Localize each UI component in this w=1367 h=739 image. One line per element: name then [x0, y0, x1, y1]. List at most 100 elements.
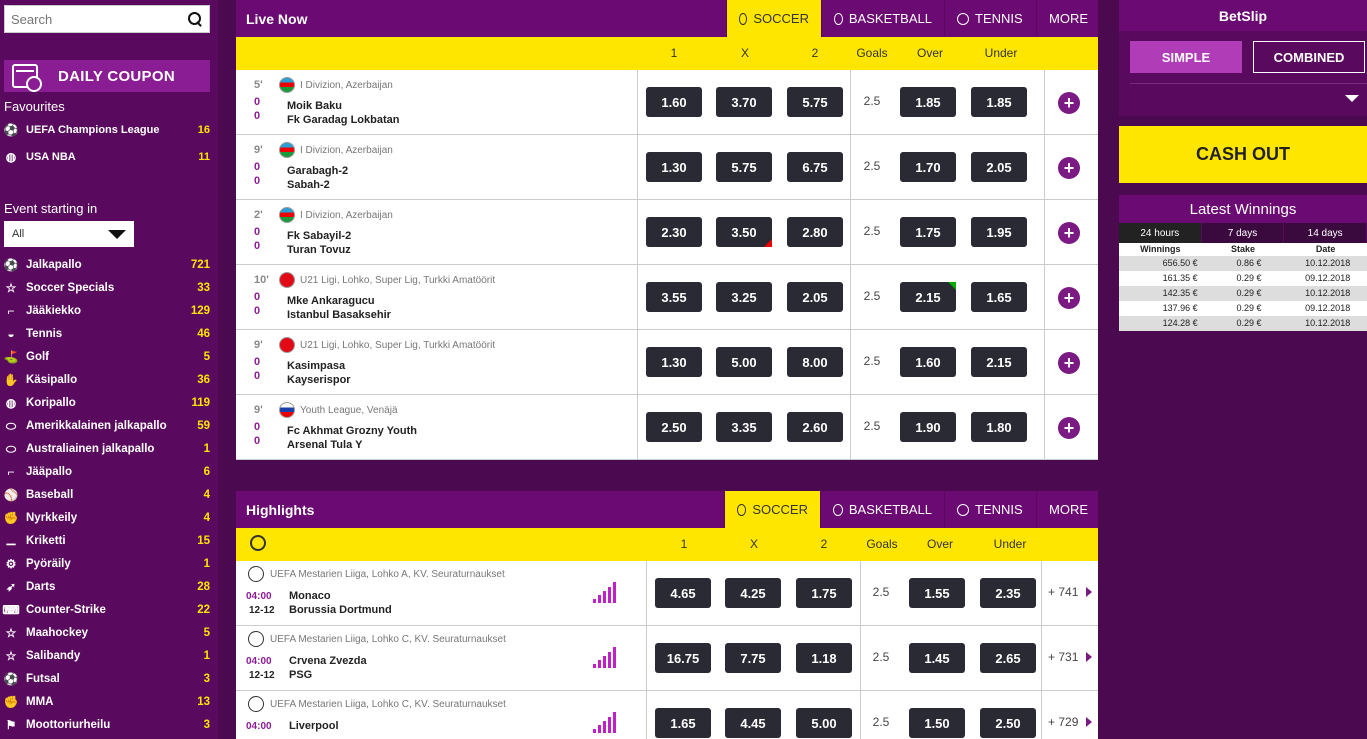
- sport-item[interactable]: ⛳ Golf 5: [4, 347, 210, 367]
- odds-button-o2[interactable]: 2.60: [787, 412, 843, 442]
- sport-item[interactable]: ⌨ Counter-Strike 22: [2, 600, 210, 620]
- odds-button-ox[interactable]: 5.00: [716, 347, 772, 377]
- add-market-button[interactable]: +: [1058, 157, 1080, 179]
- cash-out-button[interactable]: CASH OUT: [1119, 126, 1367, 183]
- odds-button-under[interactable]: 1.85: [971, 87, 1027, 117]
- sport-item[interactable]: ✊ MMA 13: [4, 692, 210, 712]
- odds-button-under[interactable]: 2.35: [980, 578, 1036, 608]
- daily-coupon-button[interactable]: DAILY COUPON: [4, 60, 210, 92]
- tab-more[interactable]: MORE: [1036, 491, 1098, 528]
- search-icon[interactable]: [187, 11, 203, 27]
- odds-button-o1[interactable]: 1.60: [646, 87, 702, 117]
- add-market-button[interactable]: +: [1058, 222, 1080, 244]
- sport-item[interactable]: ⚙ Pyöräily 1: [4, 554, 210, 574]
- odds-button-o1[interactable]: 1.65: [655, 708, 711, 738]
- odds-button-o2[interactable]: 5.75: [787, 87, 843, 117]
- odds-button-o2[interactable]: 2.05: [787, 282, 843, 312]
- sport-item[interactable]: ◒ Tennis 46: [4, 324, 210, 344]
- odds-button-o1[interactable]: 1.30: [646, 152, 702, 182]
- sport-item[interactable]: ☆ Maahockey 5: [4, 623, 210, 643]
- odds-button-ox[interactable]: 3.50: [716, 217, 772, 247]
- tab-7-days[interactable]: 7 days: [1201, 223, 1285, 243]
- odds-button-over[interactable]: 1.85: [900, 87, 956, 117]
- search-input[interactable]: [11, 11, 187, 27]
- odds-button-under[interactable]: 1.65: [971, 282, 1027, 312]
- sport-item[interactable]: ☆ Salibandy 1: [4, 646, 210, 666]
- tab-tennis[interactable]: TENNIS: [944, 0, 1036, 37]
- odds-button-o1[interactable]: 3.55: [646, 282, 702, 312]
- sport-item[interactable]: ☆ Soccer Specials 33: [4, 278, 210, 298]
- odds-button-o2[interactable]: 2.80: [787, 217, 843, 247]
- odds-button-over[interactable]: 1.50: [909, 708, 965, 738]
- more-markets-link[interactable]: + 741: [1048, 585, 1093, 599]
- odds-button-ox[interactable]: 3.25: [716, 282, 772, 312]
- odds-button-over[interactable]: 1.90: [900, 412, 956, 442]
- tab-soccer[interactable]: SOCCER: [726, 0, 821, 37]
- odds-button-o2[interactable]: 5.00: [796, 708, 852, 738]
- odds-button-under[interactable]: 2.05: [971, 152, 1027, 182]
- add-market-button[interactable]: +: [1058, 352, 1080, 374]
- more-markets-link[interactable]: + 729: [1048, 715, 1093, 729]
- odds-button-o1[interactable]: 16.75: [655, 643, 711, 673]
- odds-button-over[interactable]: 1.45: [909, 643, 965, 673]
- sport-item[interactable]: ⚽ Jalkapallo 721: [4, 255, 210, 275]
- sport-item[interactable]: ➶ Darts 28: [4, 577, 210, 597]
- odds-button-under[interactable]: 2.15: [971, 347, 1027, 377]
- tab-basketball[interactable]: BASKETBALL: [821, 0, 944, 37]
- clock-icon[interactable]: [250, 535, 266, 551]
- odds-button-o2[interactable]: 8.00: [787, 347, 843, 377]
- odds-button-o2[interactable]: 1.18: [796, 643, 852, 673]
- sport-item[interactable]: ⬭ Amerikkalainen jalkapallo 59: [4, 416, 210, 436]
- sport-item[interactable]: ⚾ Baseball 4: [4, 485, 210, 505]
- stats-icon[interactable]: [593, 581, 619, 603]
- more-markets-link[interactable]: + 731: [1048, 650, 1093, 664]
- combined-tab[interactable]: COMBINED: [1253, 41, 1365, 73]
- event-starting-select[interactable]: All: [4, 221, 134, 247]
- tab-more[interactable]: MORE: [1036, 0, 1098, 37]
- odds-button-ox[interactable]: 3.70: [716, 87, 772, 117]
- betslip-dropdown[interactable]: [1130, 83, 1367, 102]
- sport-item[interactable]: ⌐ Jääkiekko 129: [4, 301, 210, 321]
- odds-button-ox[interactable]: 4.45: [725, 708, 781, 738]
- favourite-item[interactable]: ⚽ UEFA Champions League 16: [4, 123, 210, 137]
- odds-button-o2[interactable]: 1.75: [796, 578, 852, 608]
- sport-item[interactable]: ✋ Käsipallo 36: [4, 370, 210, 390]
- tab-basketball[interactable]: BASKETBALL: [820, 491, 944, 528]
- odds-button-o1[interactable]: 1.30: [646, 347, 702, 377]
- odds-button-over[interactable]: 1.60: [900, 347, 956, 377]
- odds-button-over[interactable]: 1.70: [900, 152, 956, 182]
- favourite-item[interactable]: ◍ USA NBA 11: [4, 150, 210, 164]
- odds-button-over[interactable]: 1.75: [900, 217, 956, 247]
- sport-item[interactable]: ⚑ Moottoriurheilu 3: [4, 715, 210, 735]
- sport-item[interactable]: ⬭ Australiainen jalkapallo 1: [4, 439, 210, 459]
- sport-item[interactable]: ⌐ Jääpallo 6: [4, 462, 210, 482]
- odds-button-under[interactable]: 2.65: [980, 643, 1036, 673]
- add-market-button[interactable]: +: [1058, 287, 1080, 309]
- stats-icon[interactable]: [593, 646, 619, 668]
- odds-button-over[interactable]: 2.15: [900, 282, 956, 312]
- add-market-button[interactable]: +: [1058, 92, 1080, 114]
- odds-button-o1[interactable]: 2.50: [646, 412, 702, 442]
- simple-tab[interactable]: SIMPLE: [1130, 41, 1242, 73]
- odds-button-ox[interactable]: 5.75: [716, 152, 772, 182]
- odds-button-o1[interactable]: 2.30: [646, 217, 702, 247]
- odds-button-under[interactable]: 1.80: [971, 412, 1027, 442]
- sport-item[interactable]: ✊ Nyrkkeily 4: [4, 508, 210, 528]
- sport-item[interactable]: ⚊ Kriketti 15: [4, 531, 210, 551]
- odds-button-ox[interactable]: 7.75: [725, 643, 781, 673]
- tab-soccer[interactable]: SOCCER: [724, 491, 820, 528]
- stats-icon[interactable]: [593, 711, 619, 733]
- sport-item[interactable]: ◍ Koripallo 119: [4, 393, 210, 413]
- odds-button-o1[interactable]: 4.65: [655, 578, 711, 608]
- add-market-button[interactable]: +: [1058, 417, 1080, 439]
- tab-tennis[interactable]: TENNIS: [944, 491, 1036, 528]
- sport-item[interactable]: ⚽ Futsal 3: [4, 669, 210, 689]
- odds-button-o2[interactable]: 6.75: [787, 152, 843, 182]
- odds-button-ox[interactable]: 4.25: [725, 578, 781, 608]
- odds-button-ox[interactable]: 3.35: [716, 412, 772, 442]
- odds-button-over[interactable]: 1.55: [909, 578, 965, 608]
- tab-14-days[interactable]: 14 days: [1284, 223, 1367, 243]
- odds-button-under[interactable]: 1.95: [971, 217, 1027, 247]
- odds-button-under[interactable]: 2.50: [980, 708, 1036, 738]
- tab-24-hours[interactable]: 24 hours: [1119, 223, 1202, 243]
